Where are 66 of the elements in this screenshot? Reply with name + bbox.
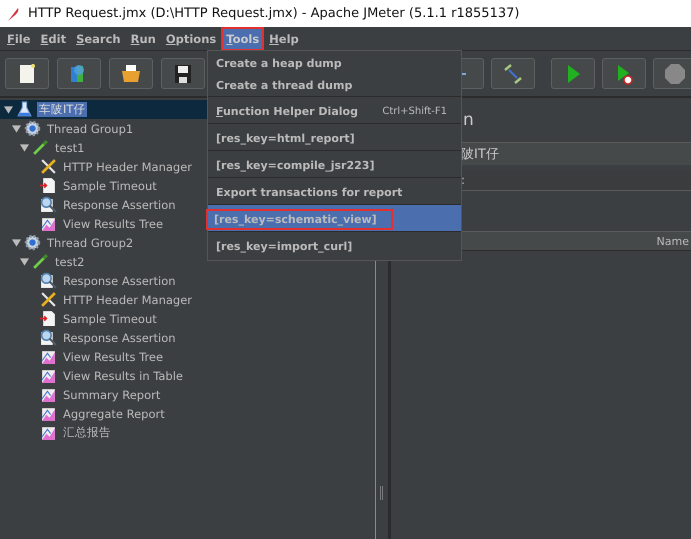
menu-item[interactable]: Run (126, 26, 161, 50)
expand-arrow-icon[interactable] (20, 258, 29, 266)
gear-icon (24, 120, 41, 137)
flask-icon (16, 101, 33, 118)
chart-icon (40, 215, 57, 232)
menu-item[interactable]: [res_key=html_report] (208, 123, 461, 150)
tree-item[interactable]: Thread Group2 (45, 236, 136, 250)
pipette-icon (32, 253, 49, 270)
tree-item[interactable]: Sample Timeout (61, 312, 159, 326)
menu-item[interactable]: Edit (36, 26, 72, 50)
resize-grip-icon[interactable] (380, 486, 384, 500)
tools-icon (40, 291, 57, 308)
tree-item[interactable]: View Results in Table (61, 368, 186, 382)
menu-item[interactable]: Create a thread dump (208, 74, 461, 96)
field-label: : (461, 173, 466, 187)
magnifier-icon (40, 329, 57, 346)
tree-item[interactable]: Aggregate Report (61, 406, 167, 420)
column-header[interactable]: Name (656, 234, 689, 248)
menu-item[interactable]: Search (71, 26, 126, 50)
tree-item[interactable]: 车陂IT仔 (37, 102, 88, 117)
shortcut-label: Ctrl+Shift-F1 (382, 106, 447, 116)
tree-item[interactable]: HTTP Header Manager (61, 160, 194, 174)
menu-item[interactable]: Tools (221, 26, 264, 50)
chart-icon (40, 386, 57, 403)
menu-item[interactable]: Create a heap dump (208, 52, 461, 74)
gear-icon (24, 234, 41, 251)
tree-item[interactable]: Response Assertion (61, 198, 178, 212)
menu-item[interactable]: Help (264, 26, 304, 50)
expand-arrow-icon[interactable] (20, 144, 29, 152)
tree-item[interactable]: Response Assertion (61, 330, 178, 344)
menu-item[interactable]: [res_key=compile_jsr223] (208, 150, 461, 177)
chart-icon (40, 424, 57, 441)
toolbar-button[interactable] (109, 58, 153, 89)
window-title: HTTP Request.jmx (D:\HTTP Request.jmx) - Apache JMeter (5.1.1 r1855137) (28, 6, 520, 21)
chart-icon (40, 405, 57, 422)
expand-arrow-icon[interactable] (12, 238, 21, 246)
panel-title: n (463, 110, 474, 130)
tree-item[interactable]: test2 (53, 254, 86, 268)
tree-item[interactable]: View Results Tree (61, 350, 166, 364)
tree-item[interactable]: Sample Timeout (61, 178, 159, 192)
tools-icon (40, 158, 57, 175)
feather-icon (6, 6, 20, 22)
pipette-icon (32, 139, 49, 156)
toolbar-button[interactable] (5, 58, 49, 89)
document-icon (40, 310, 57, 327)
magnifier-icon (40, 272, 57, 289)
tree-item[interactable]: Thread Group1 (45, 122, 136, 136)
tree-item[interactable]: test1 (53, 140, 86, 154)
tree-item[interactable]: View Results Tree (61, 216, 166, 230)
magnifier-icon (40, 196, 57, 213)
menu-item[interactable]: File (2, 26, 36, 50)
tree-item[interactable]: 汇总报告 (61, 425, 113, 440)
tree-item[interactable]: Summary Report (61, 388, 162, 402)
expand-arrow-icon[interactable] (12, 124, 21, 132)
octagon-icon (663, 62, 687, 86)
menu-item[interactable]: Function Helper Dialog Ctrl+Shift-F1 (208, 96, 461, 123)
chart-icon (40, 348, 57, 365)
chart-icon (40, 367, 57, 384)
menu-item[interactable]: [res_key=import_curl] (208, 231, 461, 258)
tree-item[interactable]: Response Assertion (61, 274, 178, 288)
tree-item[interactable]: HTTP Header Manager (61, 292, 194, 306)
toolbar-button[interactable] (602, 58, 646, 89)
document-icon (40, 177, 57, 194)
expand-arrow-icon[interactable] (4, 106, 13, 114)
menu-item[interactable]: Options (160, 26, 222, 50)
toolbar-button[interactable] (161, 58, 205, 89)
